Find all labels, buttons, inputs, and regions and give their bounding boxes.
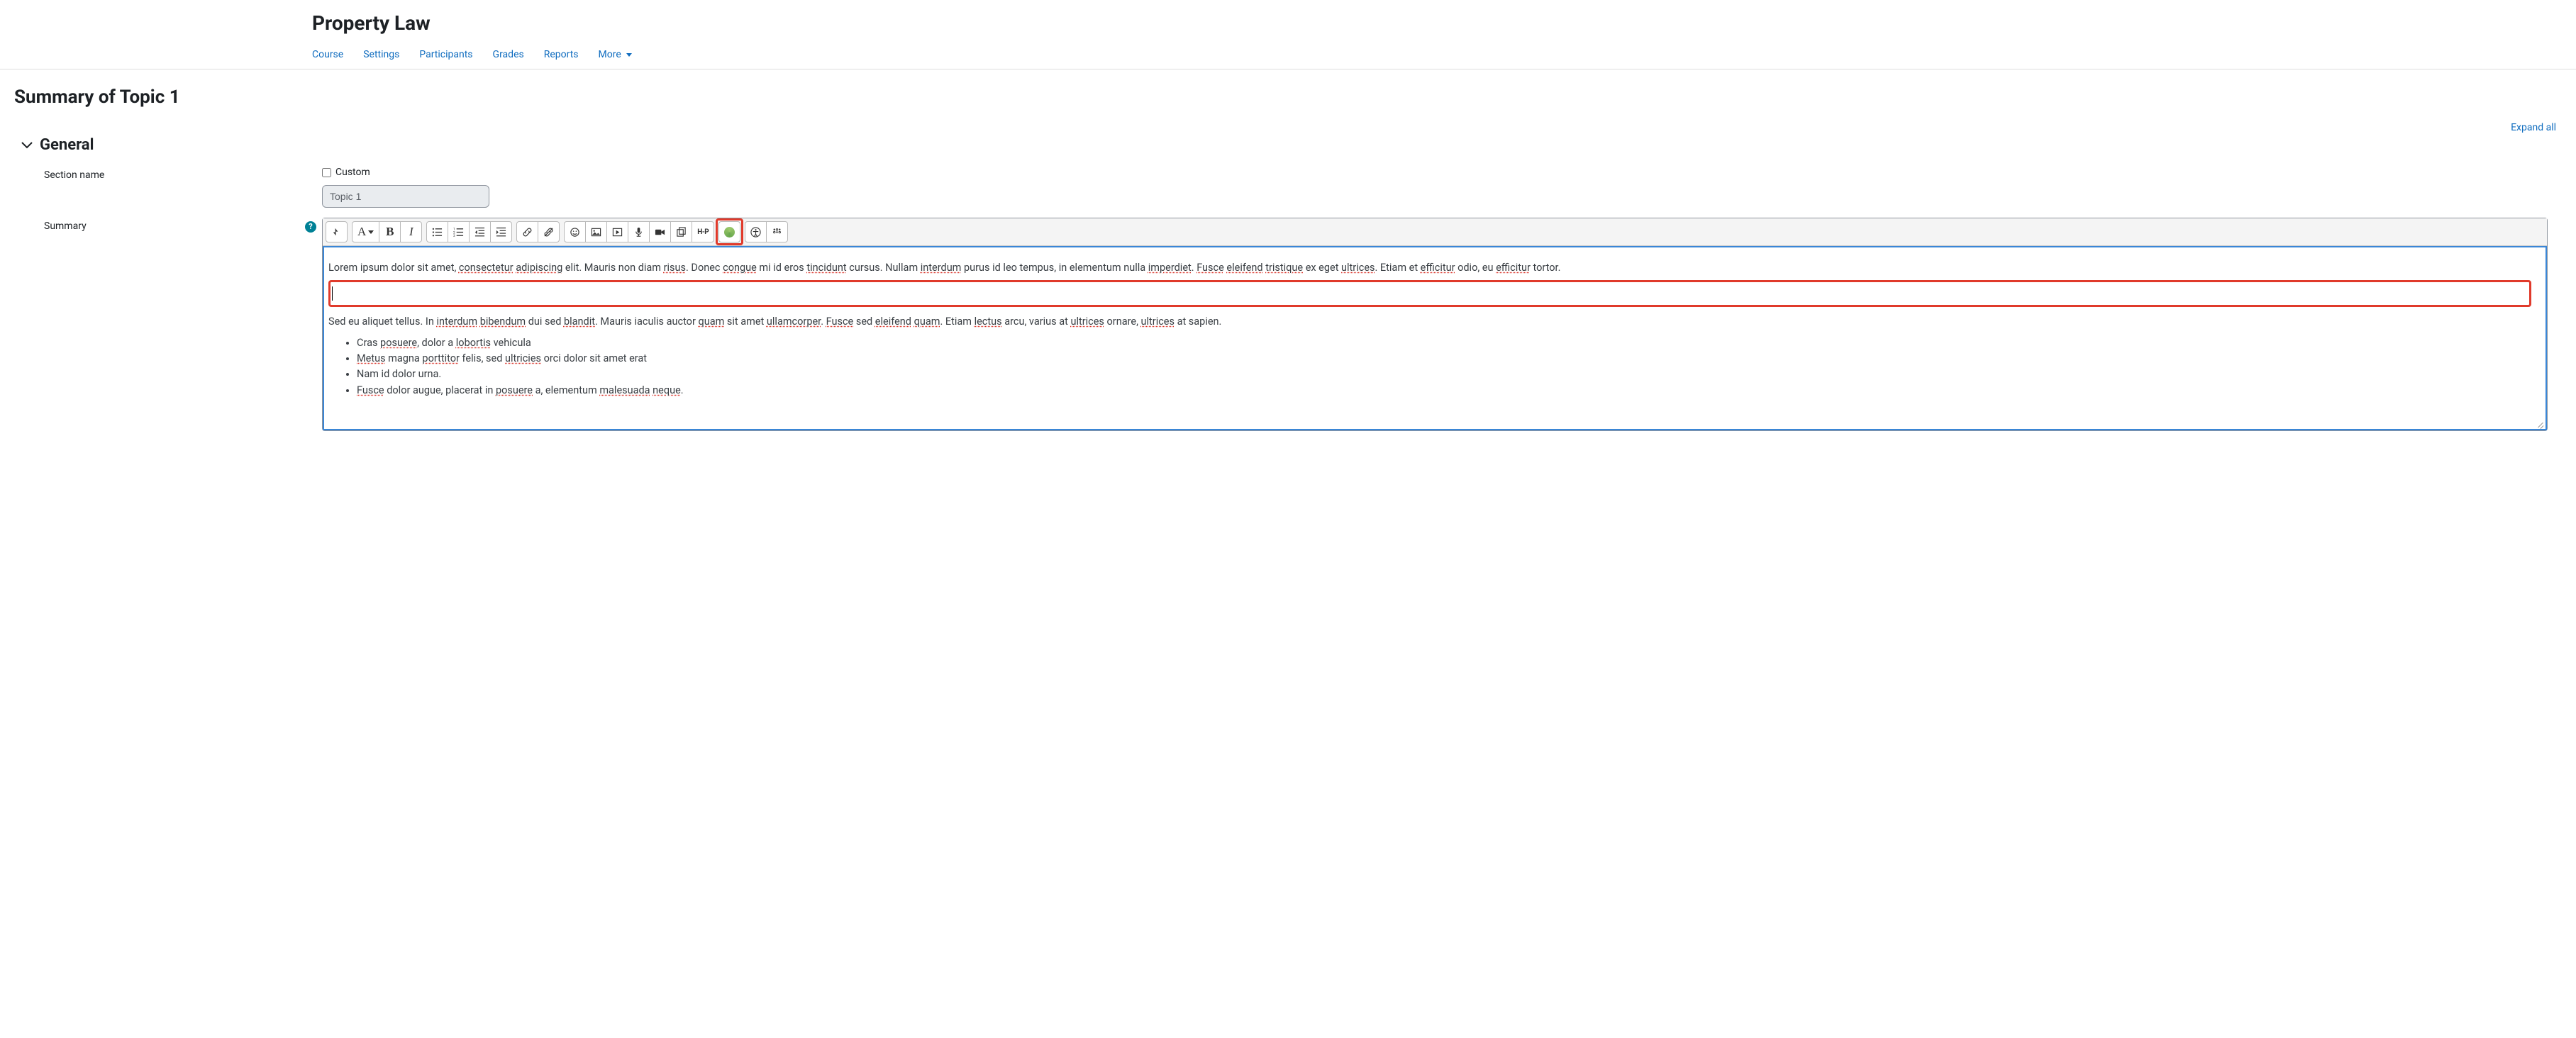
chevron-down-icon [21,140,33,151]
list-item: Fusce dolor augue, placerat in posuere a… [357,383,2531,398]
caret-down-icon [368,230,374,234]
outdent-icon [474,227,485,238]
link-icon [522,227,533,238]
media-icon [612,227,623,238]
microphone-icon [633,227,644,238]
custom-checkbox[interactable] [322,168,331,177]
summary-label: Summary [14,218,305,232]
tab-reports[interactable]: Reports [544,49,579,60]
expand-all-link[interactable]: Expand all [2511,122,2556,133]
indent-button[interactable] [491,221,512,242]
insert-cursor-highlight [328,280,2531,307]
tab-settings[interactable]: Settings [363,49,399,60]
screenreader-button[interactable] [767,221,788,242]
embed-content-button[interactable] [718,221,740,242]
tab-participants[interactable]: Participants [419,49,472,60]
embed-icon [724,227,735,238]
list-item: Metus magna porttitor felis, sed ultrici… [357,351,2531,367]
toolbar-expand-button[interactable] [326,221,348,242]
emoji-button[interactable] [564,221,586,242]
emoji-icon [570,227,580,238]
paragraph-1: Lorem ipsum dolor sit amet, consectetur … [328,260,2531,276]
unlink-icon [543,227,554,238]
expand-toolbar-icon [331,227,342,238]
accessibility-button[interactable] [745,221,767,242]
paragraph-style-button[interactable]: A [352,221,379,242]
record-audio-button[interactable] [628,221,650,242]
paragraph-2: Sed eu aliquet tellus. In interdum biben… [328,314,2531,330]
page-title: Summary of Topic 1 [14,86,2562,108]
list-item: Nam id dolor urna. [357,367,2531,382]
indent-icon [496,227,506,238]
section-toggle-general[interactable]: General [14,136,2562,154]
editor-content-area[interactable]: Lorem ipsum dolor sit amet, consectetur … [323,246,2547,430]
section-name-input[interactable] [322,185,489,208]
files-icon [676,227,687,238]
summary-editor: A B I [322,218,2548,431]
course-title: Property Law [312,11,2576,35]
accessibility-icon [750,227,761,238]
number-list-icon: 123 [453,227,464,238]
image-button[interactable] [586,221,607,242]
tab-more-label: More [599,49,621,60]
section-name-label: Section name [14,167,305,181]
page-header: Property Law Course Settings Participant… [0,0,2576,69]
field-section-name: Section name Custom [14,167,2562,208]
text-caret [332,286,333,301]
editor-toolbar: A B I [323,218,2547,246]
tab-more[interactable]: More [599,49,632,60]
h5p-label: H-P [697,228,709,236]
list-item: Cras posuere, dolor a lobortis vehicula [357,335,2531,351]
bold-label: B [386,225,394,239]
custom-label: Custom [335,167,370,178]
record-video-button[interactable] [650,221,671,242]
outdent-button[interactable] [470,221,491,242]
link-button[interactable] [516,221,538,242]
bullet-list: Cras posuere, dolor a lobortis vehiculaM… [328,335,2531,399]
svg-text:3: 3 [453,234,455,238]
media-button[interactable] [607,221,628,242]
main-content: Summary of Topic 1 Expand all General Se… [0,69,2576,455]
unlink-button[interactable] [538,221,560,242]
number-list-button[interactable]: 123 [448,221,470,242]
h5p-button[interactable]: H-P [692,221,714,242]
bold-button[interactable]: B [379,221,401,242]
bullet-list-button[interactable] [426,221,448,242]
general-heading: General [40,136,94,154]
resize-handle[interactable] [2536,419,2544,428]
course-tabs: Course Settings Participants Grades Repo… [312,49,2576,69]
italic-button[interactable]: I [401,221,422,242]
tab-grades[interactable]: Grades [493,49,524,60]
paragraph-style-label: A [357,225,366,239]
tab-course[interactable]: Course [312,49,343,60]
braille-icon [772,227,782,238]
image-icon [591,227,601,238]
video-icon [655,227,665,238]
bullet-list-icon [432,227,443,238]
manage-files-button[interactable] [671,221,692,242]
italic-label: I [409,225,413,239]
chevron-down-icon [626,53,632,57]
help-icon[interactable]: ? [305,221,316,233]
field-summary: Summary ? A [14,218,2562,431]
